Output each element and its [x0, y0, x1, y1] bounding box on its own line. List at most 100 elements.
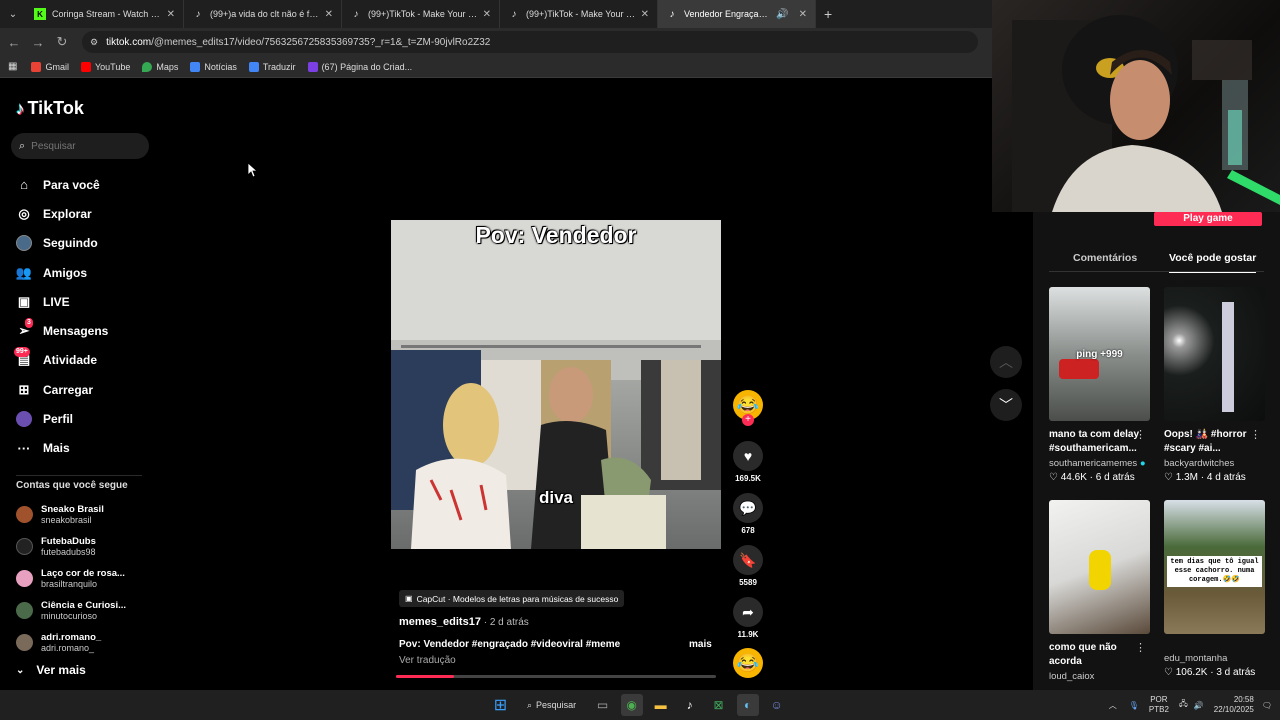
avatar: [16, 505, 33, 523]
nav-for-you[interactable]: ⌂ Para você: [16, 170, 166, 199]
nav-live[interactable]: ▣ LIVE: [16, 287, 166, 316]
tab-you-may-like[interactable]: Você pode gostar: [1169, 252, 1257, 273]
share-button[interactable]: ➦ 11.9K: [732, 597, 764, 639]
card-stats: ♡ 44.6K · 6 d atrás: [1049, 472, 1135, 483]
comment-button[interactable]: 💬 678: [732, 493, 764, 535]
bookmark-gmail[interactable]: Gmail: [31, 61, 69, 72]
tiktok-app-icon[interactable]: ♪: [679, 694, 701, 716]
search-field[interactable]: ⌕: [11, 133, 149, 159]
speaker-icon[interactable]: 🔊: [776, 9, 788, 20]
see-more-button[interactable]: ⌄ Ver mais: [16, 663, 86, 677]
close-tab-icon[interactable]: ✕: [799, 9, 807, 20]
video-progress-bar[interactable]: [396, 675, 716, 678]
save-button[interactable]: 🔖 5589: [732, 545, 764, 587]
following-item[interactable]: Sneako Brasil sneakobrasil: [16, 498, 166, 530]
task-view-icon[interactable]: ▭: [592, 694, 614, 716]
capcut-template-link[interactable]: ▣ CapCut · Modelos de letras para músicas…: [399, 590, 625, 607]
back-icon[interactable]: ←: [2, 35, 26, 50]
video-player[interactable]: Pov: Vendedor diva: [391, 220, 721, 549]
tiktok-note-icon: ♪: [16, 98, 25, 118]
windows-taskbar: ⊞ ⌕ Pesquisar ▭ ◉ ▬ ♪ ⊠ ◐ ☺ ︿ 🎙 POR PTB2 🖧…: [0, 690, 1280, 720]
like-button[interactable]: ♥ 169.5K: [732, 441, 764, 483]
nav-profile[interactable]: Perfil: [16, 404, 166, 433]
tab-comments[interactable]: Comentários: [1073, 252, 1137, 264]
more-options-icon[interactable]: ⋮: [1135, 641, 1146, 654]
microphone-icon[interactable]: 🎙: [1129, 701, 1139, 710]
nav-friends[interactable]: 👥 Amigos: [16, 258, 166, 287]
nav-activity[interactable]: ▤ 99+ Atividade: [14, 346, 166, 375]
close-tab-icon[interactable]: ✕: [325, 9, 333, 20]
sound-button[interactable]: 😂: [732, 648, 764, 678]
steam-icon[interactable]: ◐: [736, 694, 759, 716]
streamer-webcam-image: [1012, 15, 1280, 212]
more-button[interactable]: mais: [689, 639, 712, 650]
kick-icon: K: [34, 8, 46, 20]
following-item[interactable]: adri.romano_ adri.romano_: [16, 626, 166, 658]
tiktok-logo[interactable]: ♪ TikTok: [16, 98, 84, 119]
taskbar-search[interactable]: ⌕ Pesquisar: [527, 700, 576, 711]
video-thumbnail: [1164, 287, 1265, 421]
system-tray: ︿ 🎙 POR PTB2 🖧 🔊 20:58 22/10/2025 🗨: [1109, 690, 1272, 720]
close-tab-icon[interactable]: ✕: [167, 9, 175, 20]
following-item[interactable]: Laço cor de rosa... brasiltranquilo: [16, 562, 166, 594]
bookmark-news[interactable]: Notícias: [190, 61, 237, 72]
following-item[interactable]: Ciência e Curiosi... minutocurioso: [16, 594, 166, 626]
next-video-button[interactable]: ﹀: [990, 389, 1022, 421]
new-tab-button[interactable]: +: [824, 6, 832, 22]
nav-more[interactable]: ··· Mais: [16, 434, 166, 463]
video-navigation: ︿ ﹀: [990, 346, 1022, 432]
clock[interactable]: 20:58 22/10/2025: [1214, 695, 1254, 715]
nav-messages[interactable]: ➢ 3 Mensagens: [16, 316, 166, 345]
xbox-icon[interactable]: ⊠: [708, 694, 730, 716]
avatar: [16, 537, 33, 555]
bookmark-translate[interactable]: Traduzir: [248, 61, 296, 72]
creator-avatar-button[interactable]: 😂 +: [732, 390, 764, 426]
apps-grid-icon[interactable]: ▦: [8, 61, 17, 72]
nav-upload[interactable]: ⊞ Carregar: [16, 375, 166, 404]
video-caption-top: Pov: Vendedor: [475, 222, 637, 248]
main-nav: ⌂ Para você ◎ Explorar Seguindo 👥 Amigos ▣ L…: [14, 170, 166, 463]
discord-icon[interactable]: ☺: [766, 694, 788, 716]
close-tab-icon[interactable]: ✕: [483, 9, 491, 20]
browser-tab[interactable]: ♪ (99+)TikTok - Make Your Day ✕: [500, 0, 658, 28]
search-input[interactable]: [31, 140, 132, 152]
more-options-icon[interactable]: ⋮: [1250, 428, 1261, 441]
browser-tab-active[interactable]: ♪ Vendedor Engraçado: Meme 🔊 ✕: [658, 0, 816, 28]
recommended-video-card[interactable]: tem dias que tô igual esse cachorro. num…: [1164, 500, 1265, 678]
nav-explore[interactable]: ◎ Explorar: [16, 199, 166, 228]
network-icon[interactable]: 🖧: [1179, 698, 1188, 712]
more-options-icon[interactable]: ⋮: [1135, 428, 1146, 441]
video-author[interactable]: memes_edits17 · 2 d atrás: [399, 616, 529, 628]
language-indicator[interactable]: POR PTB2: [1149, 695, 1169, 715]
compass-icon: ◎: [18, 205, 30, 221]
bookmark-creator-page[interactable]: (67) Página do Criad...: [307, 61, 412, 72]
nav-following[interactable]: Seguindo: [16, 229, 166, 258]
forward-icon[interactable]: →: [26, 35, 50, 50]
browser-tab[interactable]: K Coringa Stream - Watch Live on ✕: [26, 0, 184, 28]
browser-tab[interactable]: ♪ (99+)TikTok - Make Your Day ✕: [342, 0, 500, 28]
file-explorer-icon[interactable]: ▬: [650, 694, 672, 716]
bookmark-maps[interactable]: Maps: [142, 61, 178, 72]
recommended-video-card[interactable]: ⋮ como que não acorda loud_caiox: [1049, 500, 1150, 682]
follow-plus-icon[interactable]: +: [742, 414, 754, 426]
reload-icon[interactable]: ↻: [50, 34, 74, 50]
notifications-icon[interactable]: 🗨: [1262, 701, 1272, 710]
activity-badge: 99+: [14, 347, 30, 358]
chrome-icon[interactable]: ◉: [620, 694, 643, 716]
url-field[interactable]: ⚙ tiktok.com/@memes_edits17/video/756325…: [82, 31, 978, 53]
video-thumbnail: [1049, 500, 1150, 634]
bookmark-youtube[interactable]: YouTube: [80, 61, 130, 72]
chevron-up-icon[interactable]: ︿: [1109, 700, 1117, 711]
close-tab-icon[interactable]: ✕: [641, 9, 649, 20]
play-game-button[interactable]: Play game: [1154, 212, 1262, 226]
site-info-icon[interactable]: ⚙: [90, 37, 98, 48]
following-item[interactable]: FutebaDubs futebadubs98: [16, 530, 166, 562]
recommended-video-card[interactable]: ping +999 ⋮ mano ta com delay #southamer…: [1049, 287, 1150, 483]
translate-link[interactable]: Ver tradução: [399, 655, 456, 666]
tab-search-button[interactable]: ⌄: [0, 0, 26, 28]
volume-icon[interactable]: 🔊: [1194, 701, 1204, 710]
recommended-video-card[interactable]: ⋮ Oops! 🎎 #horror #scary #ai... backyard…: [1164, 287, 1265, 483]
previous-video-button[interactable]: ︿: [990, 346, 1022, 378]
windows-start-icon[interactable]: ⊞: [490, 694, 512, 716]
browser-tab[interactable]: ♪ (99+)a vida do clt não é fácil ki ✕: [184, 0, 342, 28]
